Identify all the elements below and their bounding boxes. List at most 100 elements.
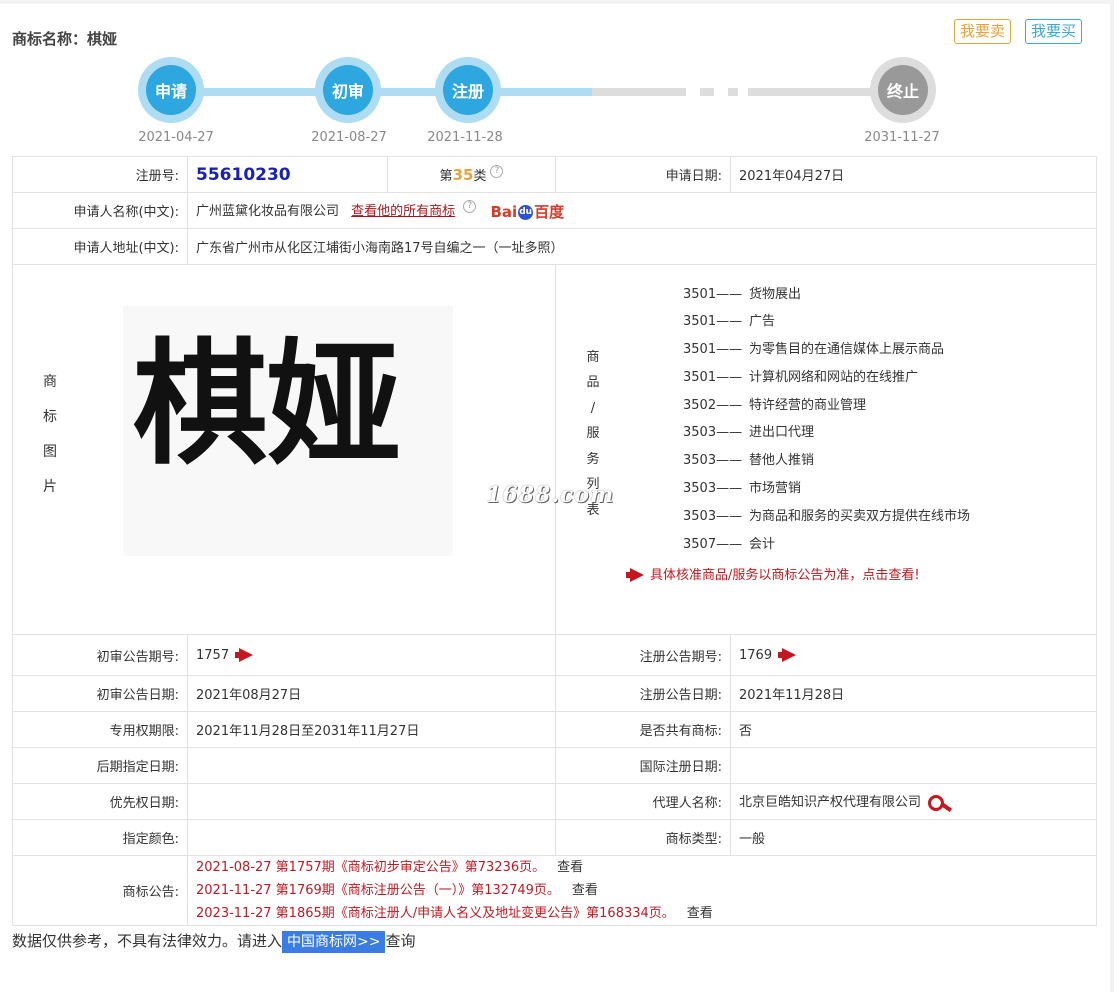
table-row: 注册号: 55610230 第35类? 申请日期: 2021年04月27日: [12, 156, 1097, 193]
help-icon[interactable]: ?: [463, 199, 477, 213]
step-label: 终止: [878, 65, 928, 115]
goods-label: 商 品 / 服 务 列 表: [578, 345, 608, 524]
vertical-char: 品: [586, 375, 600, 390]
goods-name: 为商品和服务的买卖双方提供在线市场: [749, 508, 971, 524]
footer-disclaimer: 数据仅供参考，不具有法律效力。请进入 中国商标网>> 查询: [12, 930, 416, 953]
help-icon[interactable]: ?: [490, 165, 504, 178]
goods-code: 3507——: [683, 536, 743, 552]
all-trademarks-link[interactable]: 查看他的所有商标: [351, 204, 455, 219]
goods-name: 计算机网络和网站的在线推广: [749, 369, 919, 385]
prelim-no-label: 初审公告期号:: [12, 634, 188, 676]
goods-code: 3501——: [683, 286, 743, 302]
intl-date-value: [730, 747, 1097, 784]
step-label: 申请: [146, 65, 196, 115]
later-date-label: 后期指定日期:: [12, 747, 188, 784]
table-row: 专用权期限: 2021年11月28日至2031年11月27日 是否共有商标: 否: [12, 711, 1097, 748]
notice-text: 2021-08-27 第1757期《商标初步审定公告》第73236页。: [196, 860, 546, 875]
notice-text: 2023-11-27 第1865期《商标注册人/申请人名义及地址变更公告》第16…: [196, 906, 675, 921]
buy-button[interactable]: 我要买: [1025, 19, 1083, 44]
timeline-track-done: [170, 88, 592, 96]
notice-item: 2023-11-27 第1865期《商标注册人/申请人名义及地址变更公告》第16…: [196, 902, 1088, 925]
goods-name: 广告: [749, 314, 776, 330]
list-item: 3503—— 市场营销: [683, 475, 970, 503]
timeline-gap: [686, 88, 700, 96]
china-trademark-link[interactable]: 中国商标网>>: [282, 931, 386, 953]
list-item: 3501—— 计算机网络和网站的在线推广: [683, 364, 970, 392]
megaphone-icon[interactable]: [778, 648, 798, 662]
megaphone-icon[interactable]: [235, 648, 255, 662]
table-row: 初审公告期号: 1757 注册公告期号: 1769: [12, 634, 1097, 676]
mark-image-text: 棋娅: [133, 323, 401, 483]
step-label: 初审: [323, 65, 373, 115]
sell-button[interactable]: 我要卖: [954, 19, 1012, 44]
color-label: 指定颜色:: [12, 819, 188, 856]
class-prefix: 第: [439, 169, 453, 184]
table-row: 初审公告日期: 2021年08月27日 注册公告日期: 2021年11月28日: [12, 675, 1097, 712]
notice-view-link[interactable]: 查看: [572, 883, 598, 898]
agent-cell: 北京巨皓知识产权代理有限公司: [730, 783, 1097, 820]
mark-image: 棋娅: [13, 266, 555, 634]
vertical-char: /: [590, 400, 596, 416]
class-cell: 第35类?: [387, 156, 556, 193]
goods-name: 会计: [749, 536, 776, 552]
class-suffix: 类: [473, 169, 487, 184]
goods-name: 为零售目的在通信媒体上展示商品: [749, 342, 945, 358]
goods-cell: 1688.com 商 品 / 服 务 列 表 3501—— 货物展出 3501——…: [486, 264, 1097, 635]
baidu-logo[interactable]: Bai du 百度: [490, 201, 564, 222]
goods-name: 替他人推销: [749, 453, 815, 469]
list-item: 3501—— 广告: [683, 308, 970, 336]
goods-code: 3503——: [683, 481, 743, 497]
goods-code: 3501——: [683, 369, 743, 385]
search-icon[interactable]: [927, 794, 953, 812]
priority-date-value: [187, 783, 556, 820]
intl-date-label: 国际注册日期:: [555, 747, 731, 784]
baidu-paw-icon: du: [518, 204, 534, 220]
notice-text: 2021-11-27 第1769期《商标注册公告（一）》第132749页。: [196, 883, 560, 898]
reg-pub-no-value: 1769: [739, 647, 773, 663]
applicant-value: 广州蓝黛化妆品有限公司: [196, 203, 340, 219]
timeline-step-terminate: 终止: [870, 57, 936, 123]
vertical-char: 务: [586, 451, 600, 467]
exclusive-label: 专用权期限:: [12, 711, 188, 748]
agent-label: 代理人名称:: [555, 783, 731, 820]
reg-no-value: 55610230: [196, 164, 291, 185]
shared-label: 是否共有商标:: [555, 711, 731, 748]
goods-code: 3502——: [683, 397, 743, 413]
notice-cell: 2021-08-27 第1757期《商标初步审定公告》第73236页。 查看 20…: [187, 855, 1097, 926]
table-row: 商标公告: 2021-08-27 第1757期《商标初步审定公告》第73236页…: [12, 855, 1097, 926]
mark-image-cell: 商 标 图 片 棋娅: [12, 264, 556, 635]
notice-view-link[interactable]: 查看: [687, 906, 713, 921]
goods-note-link[interactable]: 具体核准商品/服务以商标公告为准，点击查看!: [626, 564, 920, 583]
list-item: 3501—— 为零售目的在通信媒体上展示商品: [683, 336, 970, 364]
prelim-date-value: 2021年08月27日: [187, 675, 556, 712]
reg-pub-no-cell: 1769: [730, 634, 1097, 676]
reg-pub-date-label: 注册公告日期:: [555, 675, 731, 712]
list-item: 3503—— 为商品和服务的买卖双方提供在线市场: [683, 503, 970, 531]
apply-date-label: 申请日期:: [555, 156, 731, 193]
applicant-cell: 广州蓝黛化妆品有限公司 查看他的所有商标 ? Bai du 百度: [187, 192, 1097, 229]
table-row: 指定颜色: 商标类型: 一般: [12, 819, 1097, 856]
exclusive-value: 2021年11月28日至2031年11月27日: [187, 711, 556, 748]
table-row: 优先权日期: 代理人名称: 北京巨皓知识产权代理有限公司: [12, 783, 1097, 820]
baidu-text: Bai: [490, 202, 518, 221]
timeline-step-register: 注册: [435, 57, 501, 123]
notice-view-link[interactable]: 查看: [557, 860, 583, 875]
agent-value: 北京巨皓知识产权代理有限公司: [739, 795, 922, 811]
goods-note-text: 具体核准商品/服务以商标公告为准，点击查看!: [650, 567, 920, 583]
color-value: [187, 819, 556, 856]
detail-table: 注册号: 55610230 第35类? 申请日期: 2021年04月27日 申请…: [12, 156, 1097, 926]
list-item: 3507—— 会计: [683, 531, 970, 559]
footer-text: 查询: [385, 932, 416, 950]
address-value: 广东省广州市从化区江埔街小海南路17号自编之一（一址多照）: [187, 228, 1097, 265]
class-number: 35: [452, 166, 474, 184]
baidu-text: 百度: [534, 202, 565, 221]
vertical-char: 列: [586, 477, 600, 492]
notice-label: 商标公告:: [12, 855, 188, 926]
goods-code: 3501——: [683, 314, 743, 330]
timeline-gap: [738, 88, 748, 96]
trademark-detail-page: 商标名称：棋娅 我要卖 我要买 申请 2021-04-27 初审 2021-08…: [0, 4, 1110, 992]
reg-no-cell: 55610230: [187, 156, 388, 193]
step-label: 注册: [443, 65, 493, 115]
prelim-date-label: 初审公告日期:: [12, 675, 188, 712]
vertical-char: 表: [586, 502, 600, 518]
